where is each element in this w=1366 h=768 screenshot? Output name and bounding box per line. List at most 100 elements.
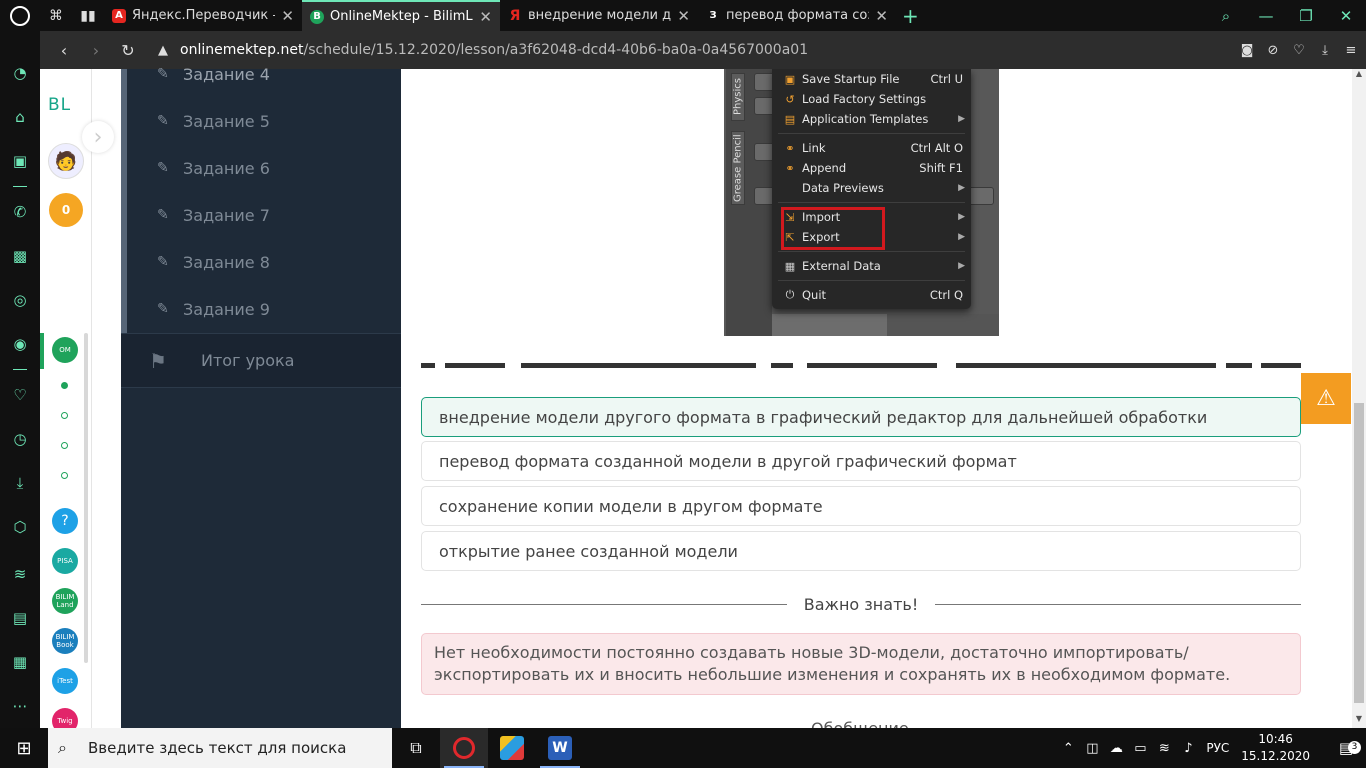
back-icon[interactable]: ‹ [48,41,80,60]
bm-label: Link [802,141,826,155]
itest-app-icon[interactable]: iTest [52,668,78,694]
minimize-icon[interactable]: — [1246,7,1286,25]
search-tabs-icon[interactable]: ⌕ [1206,7,1246,25]
tab-yandex-translate[interactable]: А Яндекс.Переводчик – сло ✕ [104,0,302,31]
wifi-icon[interactable]: ≋ [1152,741,1176,756]
nav-task-8[interactable]: ✎ Задание 8 [157,250,270,274]
close-tab-icon[interactable]: ✕ [281,7,294,25]
restore-icon[interactable]: ❐ [1286,7,1326,25]
tab-onlinemektep[interactable]: B OnlineMektep - BilimLand ✕ [302,0,500,31]
tray-chevron-icon[interactable]: ⌃ [1056,741,1080,756]
expand-rail-button[interactable]: › [82,121,114,153]
rubiks-app-icon[interactable] [488,728,536,768]
warning-triangle-icon: ⚠ [1316,386,1336,411]
task-label: Задание 8 [183,252,270,272]
highlight-box [781,207,885,250]
power-icon: ⏻ [785,288,795,301]
cube-icon[interactable]: ⬡ [9,516,31,538]
input-language[interactable]: РУС [1206,741,1229,755]
bilimbook-app-icon[interactable]: BILIM Book [52,628,78,654]
avatar[interactable]: 🧑 [48,143,84,179]
rail-scrollbar[interactable] [84,333,88,663]
nav-lesson-summary[interactable]: ⚑ Итог урока [121,334,401,387]
rail-dot[interactable] [61,382,68,389]
scrollbar-thumb[interactable] [1354,403,1364,703]
bilimland-logo[interactable]: BL [48,95,71,115]
reload-icon[interactable]: ↻ [112,41,144,60]
scroll-up-icon[interactable]: ▲ [1352,69,1366,83]
nav-task-5[interactable]: ✎ Задание 5 [157,109,270,133]
close-tab-icon[interactable]: ✕ [875,7,888,25]
nav-task-9[interactable]: ✎ Задание 9 [157,297,270,321]
opera-taskbar-icon[interactable] [440,728,488,768]
cpu-icon[interactable]: ▦ [9,651,31,673]
bag-icon[interactable]: ⌂ [9,106,31,128]
heart-icon[interactable]: ♡ [1290,43,1308,58]
block-icon[interactable]: ⊘ [1264,43,1282,58]
tray-network-error-icon[interactable]: ☁ [1104,741,1128,756]
discord-icon[interactable]: ◉ [9,333,31,355]
settings-sliders-icon[interactable]: ≡ [1342,43,1360,58]
tray-device-icon[interactable]: ◫ [1080,741,1104,756]
word-taskbar-icon[interactable]: W [536,728,584,768]
nav-task-7[interactable]: ✎ Задание 7 [157,203,270,227]
bilimland-app-icon[interactable]: BILIM Land [52,588,78,614]
pisa-app-icon[interactable]: PISA [52,548,78,574]
notification-center-icon[interactable]: ▤ 3 [1326,739,1366,757]
tab-yandex-search-1[interactable]: Я внедрение модели другог ✕ [500,0,698,31]
tab-yandex-search-2[interactable]: З перевод формата создан ✕ [698,0,896,31]
report-warning-button[interactable]: ⚠ [1301,373,1351,424]
answer-option-1[interactable]: внедрение модели другого формата в графи… [421,397,1301,437]
coin-counter[interactable]: 0 [49,193,83,227]
vk-icon[interactable]: ▩ [9,245,31,267]
important-note: Нет необходимости постоянно создавать но… [421,633,1301,695]
close-tab-icon[interactable]: ✕ [479,8,492,26]
answer-option-3[interactable]: сохранение копии модели в другом формате [421,486,1301,526]
memory-icon[interactable]: ▤ [9,607,31,629]
answer-option-4[interactable]: открытие ранее созданной модели [421,531,1301,571]
whatsapp-icon[interactable]: ✆ [9,201,31,223]
speed-dial-icon[interactable]: ◔ [9,62,31,84]
help-icon[interactable]: ? [52,508,78,534]
camera-icon[interactable]: ◙ [1238,43,1256,58]
instagram-icon[interactable]: ◎ [9,289,31,311]
browser-tab-bar: ⌘ ▮▮ А Яндекс.Переводчик – сло ✕ B Onlin… [0,0,1366,31]
rail-dot[interactable] [61,442,68,449]
windows-start-icon[interactable]: ⊞ [0,728,48,768]
nav-task-6[interactable]: ✎ Задание 6 [157,156,270,180]
opera-logo-icon[interactable] [0,0,40,31]
onlinemektep-app-icon[interactable]: OM [52,337,78,363]
gamepad-icon[interactable]: ⌘ [40,0,72,31]
download-icon[interactable]: ⤓ [1316,43,1334,58]
task-label: Задание 4 [183,64,270,84]
heart-icon[interactable]: ♡ [9,384,31,406]
page-scrollbar[interactable]: ▲ ▼ [1352,69,1366,728]
answer-option-2[interactable]: перевод формата созданной модели в друго… [421,441,1301,481]
download-icon[interactable]: ⤓ [9,472,31,494]
rail-dot[interactable] [61,472,68,479]
battery-icon[interactable]: ▭ [1128,741,1152,756]
taskbar-search[interactable]: ⌕ Введите здесь текст для поиска [48,728,392,768]
nav-divider [121,387,401,388]
forward-icon[interactable]: › [80,41,112,60]
twitch-icon[interactable]: ▣ [9,150,31,172]
bm-shortcut: Shift F1 [919,161,963,175]
task-view-icon[interactable]: ⧉ [392,728,440,768]
more-icon[interactable]: ⋯ [9,695,31,717]
close-tab-icon[interactable]: ✕ [677,7,690,25]
taskbar-clock[interactable]: 10:46 15.12.2020 [1241,731,1310,765]
wifi-icon[interactable]: ≋ [9,563,31,585]
nav-task-4[interactable]: ✎ Задание 4 [157,62,270,86]
insecure-warning-icon[interactable]: ▲ [158,43,168,58]
volume-icon[interactable]: ♪ [1176,741,1200,756]
new-tab-plus-icon[interactable]: + [902,4,919,28]
history-icon[interactable]: ◷ [9,428,31,450]
important-divider: Важно знать! [421,595,1301,615]
url-field[interactable]: ▲ onlinemektep.net/schedule/15.12.2020/l… [158,42,808,58]
submenu-arrow-icon: ▶ [958,183,965,193]
scroll-down-icon[interactable]: ▼ [1352,714,1366,728]
close-window-icon[interactable]: ✕ [1326,7,1366,25]
important-title: Важно знать! [803,595,919,614]
stats-icon[interactable]: ▮▮ [72,0,104,31]
rail-dot[interactable] [61,412,68,419]
